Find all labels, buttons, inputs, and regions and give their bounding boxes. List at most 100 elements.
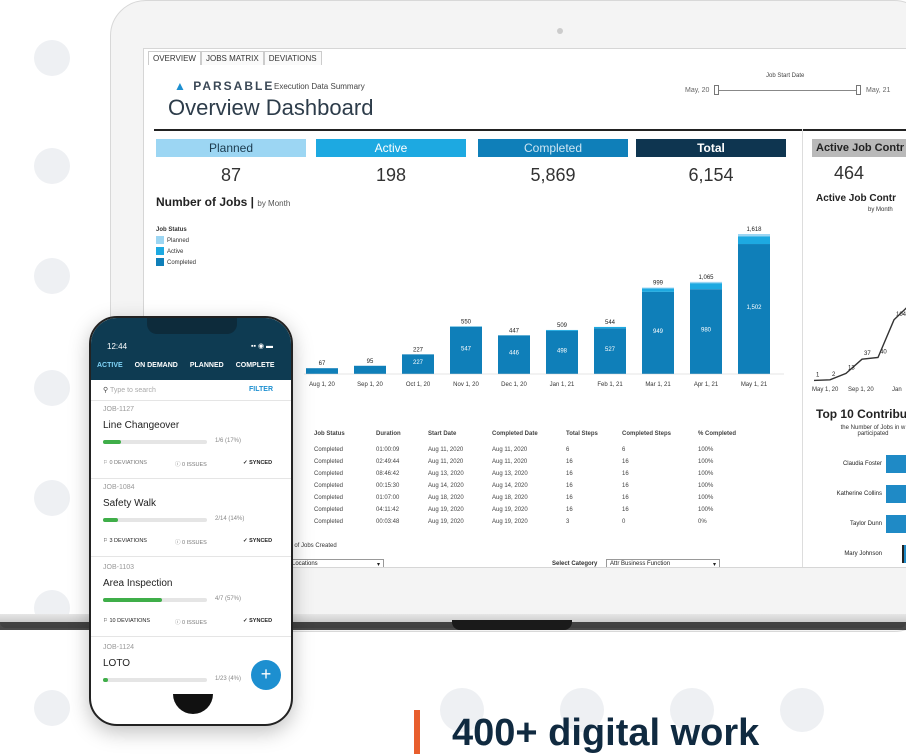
phone-tab-completed[interactable]: COMPLETE <box>230 362 281 369</box>
job-progress-fill <box>103 598 162 602</box>
legend-label-planned: Planned <box>167 238 189 244</box>
contributor-name: Katherine Collins <box>822 491 882 497</box>
line-x-label-1: May 1, 20 <box>812 387 838 393</box>
tab-jobs-matrix[interactable]: JOBS MATRIX <box>201 51 264 65</box>
column-header[interactable]: Total Steps <box>566 431 622 437</box>
bar-inner-label: 527 <box>605 347 616 353</box>
tab-overview[interactable]: OVERVIEW <box>148 51 201 65</box>
x-tick-label: Oct 1, 20 <box>406 382 431 388</box>
table-cell: Aug 13, 2020 <box>492 471 566 477</box>
bar-inner-label: 980 <box>701 328 712 334</box>
bar-segment-active <box>594 327 626 328</box>
active-contributors-kpi-label: Active Job Contr <box>812 139 906 157</box>
bar-total-label: 544 <box>605 320 616 326</box>
date-filter-start: May, 20 <box>685 87 709 94</box>
chevron-down-icon: ▾ <box>377 561 380 568</box>
line-point-label: 13 <box>848 365 855 371</box>
date-slider-handle-end[interactable] <box>856 85 861 95</box>
job-progress-fill <box>103 678 108 682</box>
add-job-button[interactable]: + <box>251 660 281 690</box>
table-row[interactable]: Completed04:11:42Aug 19, 2020Aug 19, 202… <box>314 507 748 513</box>
chevron-down-icon: ▾ <box>713 561 716 568</box>
deviations-count: ⚐ 10 DEVIATIONS <box>103 618 150 624</box>
column-header[interactable]: Completed Date <box>492 431 566 437</box>
table-cell: Completed <box>314 519 376 525</box>
deviations-text: 3 DEVIATIONS <box>109 538 147 544</box>
category-select[interactable]: Attr Business Function▾ <box>606 559 720 568</box>
x-tick-label: Dec 1, 20 <box>501 382 527 388</box>
search-placeholder: Type to search <box>110 387 156 394</box>
table-cell: Aug 13, 2020 <box>428 471 492 477</box>
locations-select[interactable]: Locations▾ <box>288 559 384 568</box>
contributor-name: Claudia Foster <box>822 461 882 467</box>
signal-wifi-battery-icon: ▪▪ ◉ ▬ <box>251 342 273 350</box>
table-cell: Aug 19, 2020 <box>492 507 566 513</box>
line-point-label: 1 <box>816 372 820 378</box>
top-contributors-title: Top 10 Contribu <box>816 407 906 421</box>
table-cell: 16 <box>622 495 698 501</box>
date-slider-track[interactable] <box>718 90 858 91</box>
table-row[interactable]: Completed00:03:48Aug 19, 2020Aug 19, 202… <box>314 519 748 525</box>
tab-deviations[interactable]: DEVIATIONS <box>264 51 322 65</box>
column-header[interactable]: Completed Steps <box>622 431 698 437</box>
table-cell: Aug 11, 2020 <box>492 459 566 465</box>
table-cell: 16 <box>566 459 622 465</box>
kpi-planned-value: 87 <box>156 165 306 186</box>
x-tick-label: Feb 1, 21 <box>597 382 623 388</box>
table-cell: Completed <box>314 507 376 513</box>
table-cell: 100% <box>698 459 748 465</box>
deviations-count: ⚐ 0 DEVIATIONS <box>103 460 147 466</box>
decor-dot <box>780 688 824 732</box>
table-cell: 01:07:00 <box>376 495 428 501</box>
date-slider-handle-start[interactable] <box>714 85 719 95</box>
sync-text: SYNCED <box>249 460 272 466</box>
dashboard-tabs: OVERVIEW JOBS MATRIX DEVIATIONS <box>148 51 322 65</box>
table-row[interactable]: Completed08:46:42Aug 13, 2020Aug 13, 202… <box>314 471 748 477</box>
table-cell: 6 <box>566 447 622 453</box>
legend-item-active[interactable]: Active <box>156 247 196 258</box>
plus-icon: + <box>261 664 272 684</box>
job-progress-fill <box>103 518 118 522</box>
table-row[interactable]: Completed02:49:44Aug 11, 2020Aug 11, 202… <box>314 459 748 465</box>
sync-status: ✓ SYNCED <box>243 460 272 466</box>
table-cell: Aug 19, 2020 <box>428 507 492 513</box>
job-progress-text: 2/14 (14%) <box>215 516 244 522</box>
deviations-text: 0 DEVIATIONS <box>109 460 147 466</box>
bar-total-label: 95 <box>367 359 374 365</box>
job-progress-bar <box>103 598 207 602</box>
phone-search-input[interactable]: ⚲ Type to search <box>103 386 156 394</box>
table-cell: Completed <box>314 483 376 489</box>
column-header[interactable]: Start Date <box>428 431 492 437</box>
legend-item-completed[interactable]: Completed <box>156 258 196 269</box>
issues-count: ⓘ 0 ISSUES <box>175 460 207 468</box>
phone-tab-planned[interactable]: PLANNED <box>184 362 230 369</box>
bar-total-label: 227 <box>413 347 424 353</box>
table-cell: 01:00:09 <box>376 447 428 453</box>
table-cell: 00:03:48 <box>376 519 428 525</box>
issues-count: ⓘ 0 ISSUES <box>175 538 207 546</box>
table-row[interactable]: Completed01:07:00Aug 18, 2020Aug 18, 202… <box>314 495 748 501</box>
table-row[interactable]: Completed00:15:30Aug 14, 2020Aug 14, 202… <box>314 483 748 489</box>
column-header[interactable]: Job Status <box>314 431 376 437</box>
column-header[interactable]: Duration <box>376 431 428 437</box>
table-cell: 16 <box>566 495 622 501</box>
parsable-logo: ▲ PARSABLE <box>174 79 274 93</box>
legend-item-planned[interactable]: Planned <box>156 236 196 247</box>
issues-text: 0 ISSUES <box>182 620 207 626</box>
date-filter-label: Job Start Date <box>766 73 804 79</box>
line-point-label: 40 <box>880 349 887 355</box>
jobs-bar-chart: 67Aug 1, 2095Sep 1, 20227227Oct 1, 20550… <box>304 219 784 399</box>
contributor-bar <box>902 545 906 563</box>
table-cell: Aug 14, 2020 <box>492 483 566 489</box>
kpi-active-value: 198 <box>316 165 466 186</box>
job-progress-bar <box>103 440 207 444</box>
decor-dot <box>34 148 70 184</box>
filter-button[interactable]: FILTER <box>249 386 273 393</box>
chart-legend: Job Status Planned Active Completed <box>156 225 196 269</box>
bar-total-label: 999 <box>653 281 664 287</box>
column-header[interactable]: % Completed <box>698 431 748 437</box>
phone-tab-on-demand[interactable]: ON DEMAND <box>129 362 184 369</box>
table-row[interactable]: Completed01:00:09Aug 11, 2020Aug 11, 202… <box>314 447 748 453</box>
table-cell: 16 <box>566 471 622 477</box>
phone-tab-active[interactable]: ACTIVE <box>91 362 129 369</box>
